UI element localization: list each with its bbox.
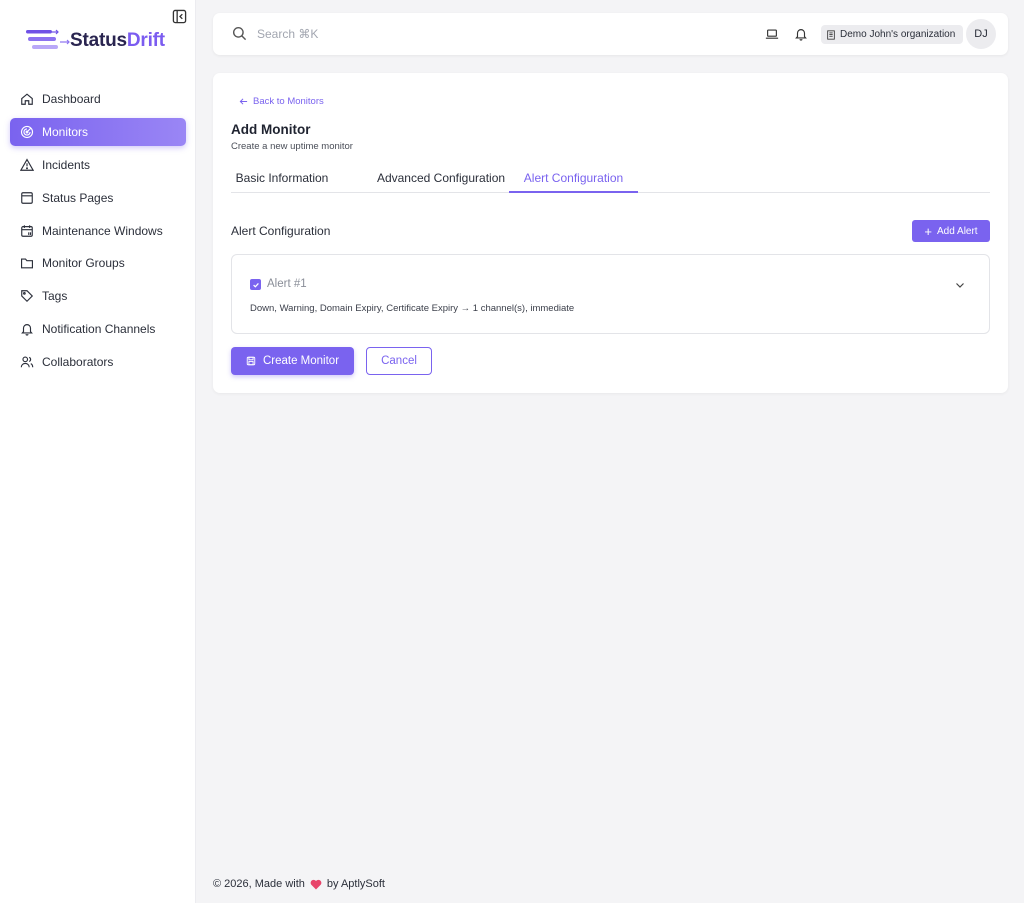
footer-suffix: by AptlySoft <box>326 878 385 890</box>
back-to-monitors-link[interactable]: Back to Monitors <box>239 96 324 107</box>
chevron-down-icon[interactable] <box>954 279 966 291</box>
check-icon <box>252 282 259 288</box>
sidebar-item-collaborators[interactable]: Collaborators <box>10 348 186 376</box>
sidebar-item-label: Monitor Groups <box>42 256 125 271</box>
plus-icon: + <box>924 223 932 239</box>
folder-icon <box>21 258 33 269</box>
heart-icon <box>310 879 322 889</box>
add-alert-button[interactable]: + Add Alert <box>912 220 990 242</box>
collapse-sidebar-icon[interactable] <box>172 9 187 24</box>
home-icon <box>21 93 33 105</box>
sidebar-item-notification-channels[interactable]: Notification Channels <box>10 315 186 343</box>
tabs: Basic Information Advanced Configuration… <box>231 167 990 193</box>
sidebar-item-label: Notification Channels <box>42 322 156 337</box>
calendar-icon <box>21 224 33 237</box>
back-link-label: Back to Monitors <box>253 96 324 107</box>
tab-alert-configuration[interactable]: Alert Configuration <box>509 167 638 193</box>
footer-prefix: © 2026, Made with <box>213 878 305 890</box>
warning-icon <box>20 158 34 171</box>
sidebar-nav: Dashboard Monitors Incidents Status Page… <box>10 85 186 381</box>
page-title: Add Monitor <box>231 122 311 137</box>
logo-mark-icon <box>26 29 70 49</box>
sidebar-item-label: Maintenance Windows <box>42 223 163 238</box>
cancel-button[interactable]: Cancel <box>366 347 432 375</box>
sidebar-item-monitors[interactable]: Monitors <box>10 117 186 146</box>
radar-icon <box>20 125 34 138</box>
sidebar-item-incidents[interactable]: Incidents <box>10 151 186 179</box>
add-monitor-card: Back to Monitors Add Monitor Create a ne… <box>213 73 1008 393</box>
arrow-left-icon <box>239 98 248 105</box>
create-monitor-label: Create Monitor <box>262 355 340 367</box>
avatar[interactable]: DJ <box>966 19 996 49</box>
users-icon <box>20 356 34 368</box>
organization-name: Demo John's organization <box>840 29 956 40</box>
save-icon <box>246 356 256 366</box>
tab-advanced-configuration[interactable]: Advanced Configuration <box>359 167 523 193</box>
sidebar-item-label: Incidents <box>42 157 91 172</box>
logo[interactable]: StatusDrift <box>24 26 165 56</box>
logo-text-part1: Status <box>70 30 127 51</box>
sidebar-item-label: Monitors <box>42 124 89 139</box>
logo-text-part2: Drift <box>126 30 165 51</box>
sidebar-item-label: Collaborators <box>42 355 114 370</box>
sidebar-item-monitor-groups[interactable]: Monitor Groups <box>10 249 186 277</box>
sidebar-item-tags[interactable]: Tags <box>10 282 186 310</box>
sidebar-item-maintenance-windows[interactable]: Maintenance Windows <box>10 217 186 245</box>
tab-basic-information[interactable]: Basic Information <box>231 167 333 193</box>
footer: © 2026, Made with by AptlySoft <box>213 878 385 890</box>
organization-switcher[interactable]: Demo John's organization <box>821 25 964 44</box>
building-icon <box>827 29 835 40</box>
alert-summary: Down, Warning, Domain Expiry, Certificat… <box>250 303 575 314</box>
window-icon <box>21 191 33 204</box>
tag-icon <box>21 290 34 303</box>
sidebar-item-label: Tags <box>42 289 68 304</box>
sidebar-item-label: Status Pages <box>42 190 114 205</box>
topbar: Demo John's organization DJ <box>213 13 1008 55</box>
section-heading: Alert Configuration <box>231 224 331 238</box>
alert-item: Alert #1 Down, Warning, Domain Expiry, C… <box>231 254 990 334</box>
bell-icon <box>21 324 33 336</box>
sidebar: StatusDrift Dashboard Monitors Incidents… <box>0 0 196 903</box>
logo-text: StatusDrift <box>70 30 165 52</box>
search-input[interactable] <box>257 24 477 44</box>
sidebar-item-dashboard[interactable]: Dashboard <box>10 85 186 113</box>
bell-icon[interactable] <box>794 27 808 41</box>
sidebar-item-label: Dashboard <box>42 92 101 106</box>
alert-enabled-checkbox[interactable] <box>250 279 261 290</box>
search-icon <box>232 26 247 41</box>
alert-title: Alert #1 <box>267 278 307 290</box>
add-alert-label: Add Alert <box>937 225 978 237</box>
page-subtitle: Create a new uptime monitor <box>231 141 353 152</box>
sidebar-item-status-pages[interactable]: Status Pages <box>10 184 186 212</box>
laptop-icon[interactable] <box>765 27 779 41</box>
create-monitor-button[interactable]: Create Monitor <box>231 347 354 375</box>
